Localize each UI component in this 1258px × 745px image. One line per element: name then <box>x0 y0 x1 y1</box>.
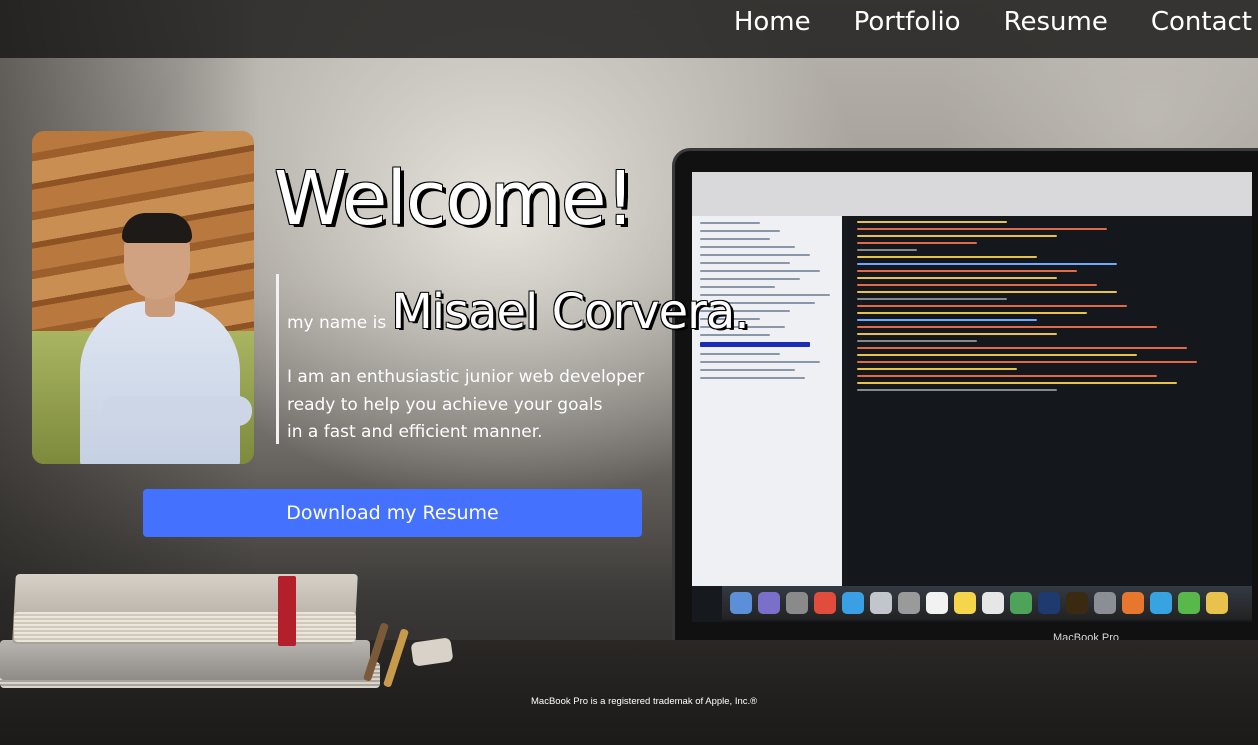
nav-link-contact[interactable]: Contact <box>1151 7 1252 37</box>
navbar: Home Portfolio Resume Contact <box>0 0 1258 58</box>
dock-illustration <box>722 586 1252 620</box>
ide-file-tree <box>692 216 842 586</box>
photo-person-hair <box>122 213 192 243</box>
intro-divider <box>276 274 279 444</box>
photo-person-arms <box>102 396 252 426</box>
bio-text: I am an enthusiastic junior web develope… <box>287 364 677 447</box>
bio-line: ready to help you achieve your goals <box>287 394 603 415</box>
book-ribbon <box>278 576 296 646</box>
bio-line: I am an enthusiastic junior web develope… <box>287 367 645 387</box>
name-row: my name is Misael Corvera. <box>287 284 750 340</box>
trademark-note: MacBook Pro is a registered trademak of … <box>531 696 758 707</box>
laptop-screen <box>692 172 1252 622</box>
nav-link-home[interactable]: Home <box>734 7 811 37</box>
ide-toolbar <box>692 172 1252 216</box>
nav-links: Home Portfolio Resume Contact <box>734 0 1258 44</box>
bio-line: in a fast and efficient manner. <box>287 422 543 442</box>
nav-link-resume[interactable]: Resume <box>1004 7 1108 37</box>
photo-person-shirt <box>80 301 240 464</box>
name-prefix: my name is <box>287 313 387 333</box>
welcome-heading: Welcome! <box>274 156 635 242</box>
name-heading: Misael Corvera. <box>391 284 749 340</box>
profile-photo <box>32 131 254 464</box>
nav-link-portfolio[interactable]: Portfolio <box>854 7 961 37</box>
book-pages <box>14 612 356 642</box>
book-illustration <box>0 640 370 680</box>
ide-code-editor <box>847 216 1252 586</box>
download-resume-button[interactable]: Download my Resume <box>143 489 642 537</box>
